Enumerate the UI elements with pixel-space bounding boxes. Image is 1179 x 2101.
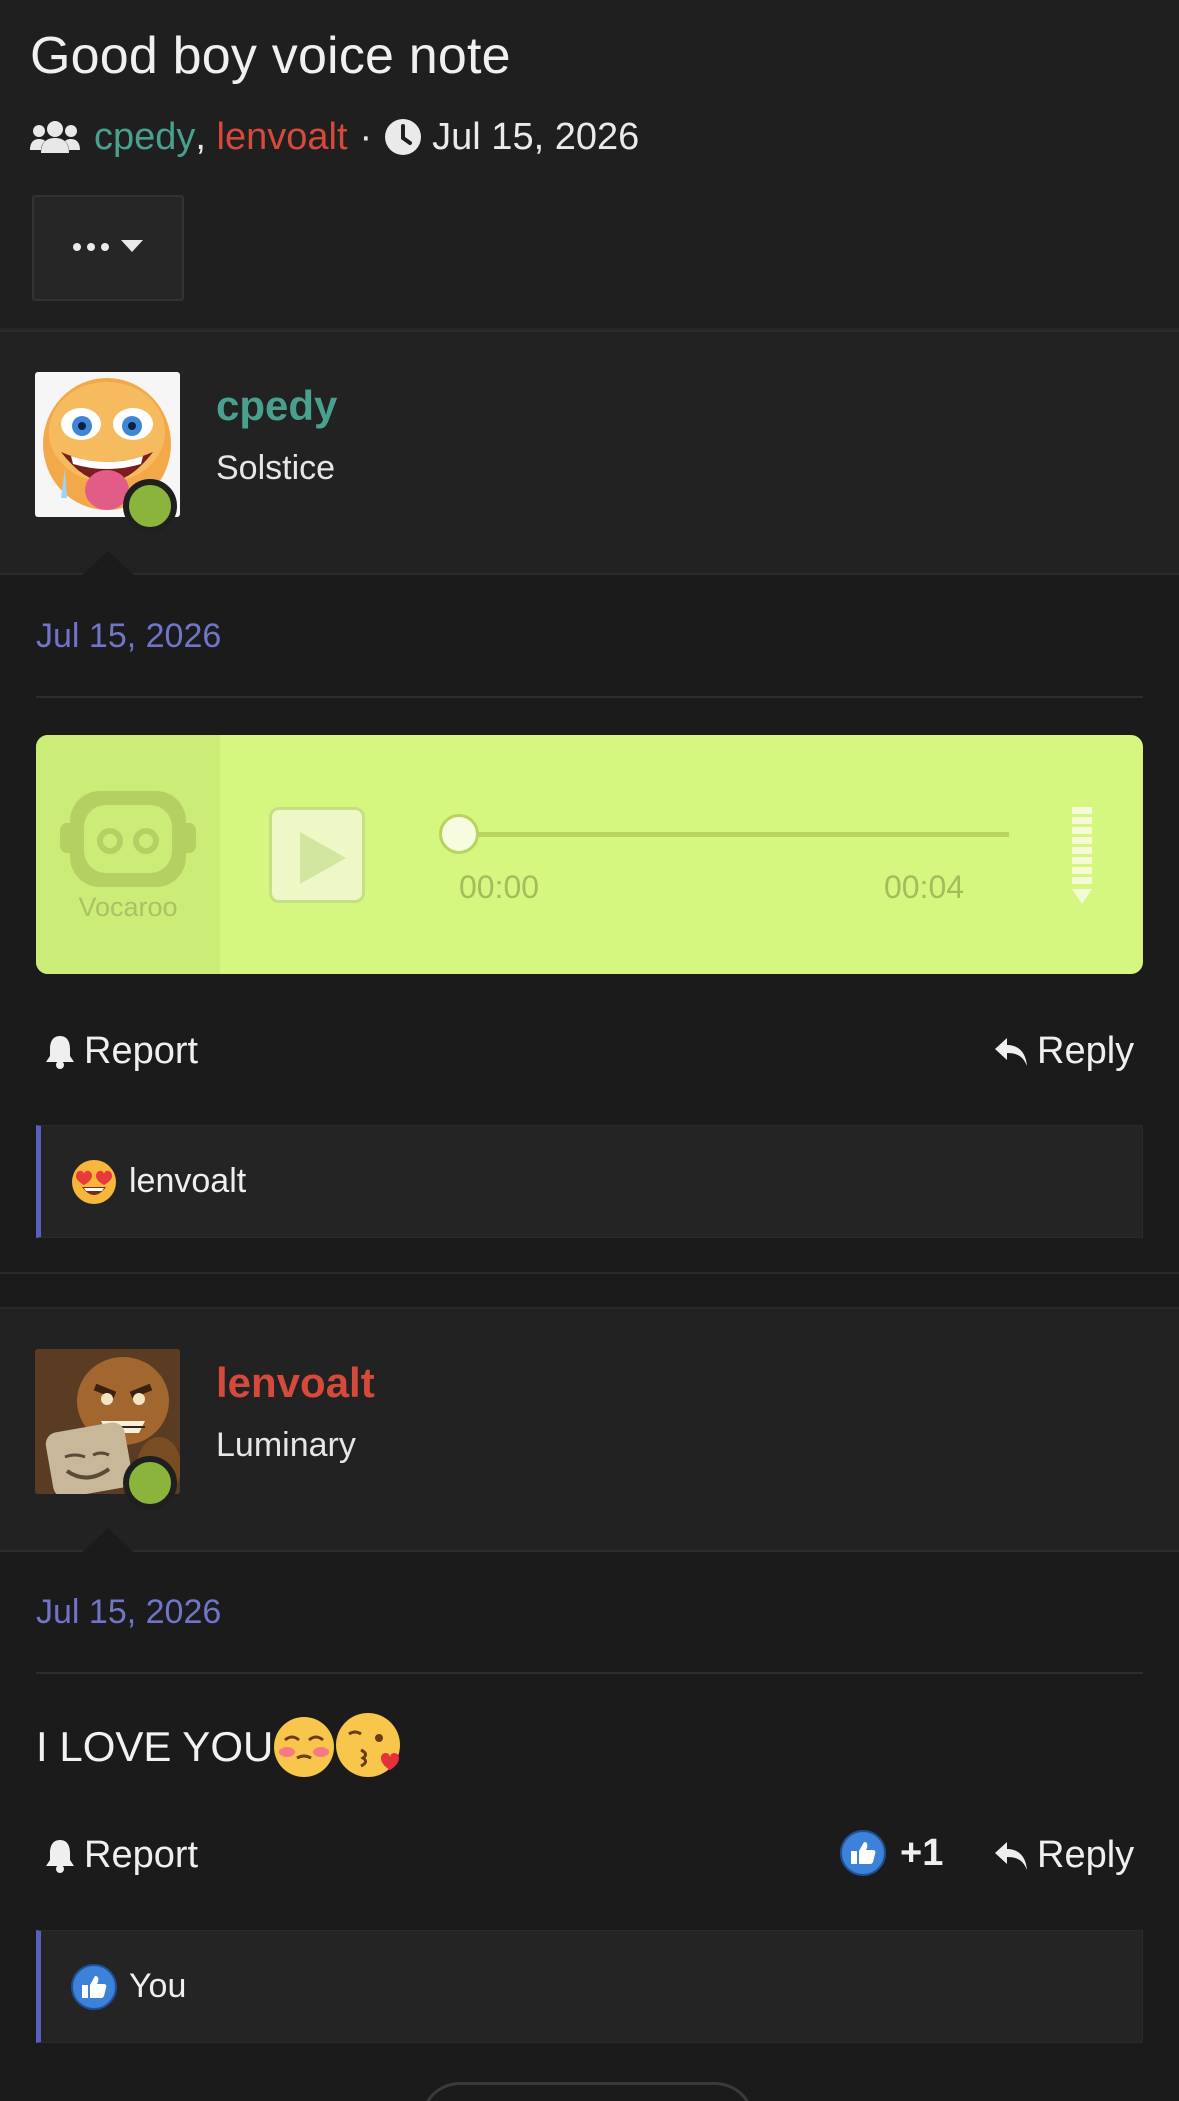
post-message: I LOVE YOU <box>36 1712 405 1782</box>
online-status-indicator <box>123 1456 177 1510</box>
reply-icon <box>993 1036 1029 1068</box>
report-label: Report <box>84 1030 199 1072</box>
reactions-bar[interactable]: lenvoalt <box>36 1125 1143 1238</box>
post-user-title: Solstice <box>216 449 336 487</box>
vocaroo-label: Vocaroo <box>78 892 178 922</box>
audio-current-time: 00:00 <box>459 869 540 905</box>
audio-progress-track[interactable] <box>459 832 1009 837</box>
caret-down-icon <box>120 239 144 258</box>
thumbs-up-icon <box>71 1963 117 2010</box>
reply-label: Reply <box>1037 1834 1135 1876</box>
like-count: +1 <box>900 1831 944 1874</box>
blushing-emoji <box>273 1716 335 1778</box>
meta-separator: · <box>359 115 373 158</box>
thread-title: Good boy voice note <box>30 27 511 85</box>
post-message-text: I LOVE YOU <box>36 1723 274 1770</box>
author-bar-notch <box>78 551 138 579</box>
post-separator <box>0 1272 1179 1310</box>
bell-icon <box>44 1838 76 1874</box>
participant-comma: , <box>195 115 217 158</box>
vocaroo-embed[interactable]: Vocaroo 00:00 00:04 <box>36 735 1143 974</box>
reaction-users[interactable]: lenvoalt <box>129 1162 246 1201</box>
participants-icon <box>30 120 80 154</box>
heart-eyes-emoji <box>71 1159 117 1205</box>
participant-link-cpedy[interactable]: cpedy <box>94 116 195 159</box>
post-date[interactable]: Jul 15, 2026 <box>36 1593 221 1632</box>
audio-total-time: 00:04 <box>884 869 965 905</box>
reply-button[interactable]: Reply <box>993 1030 1134 1073</box>
online-status-indicator <box>123 479 177 533</box>
post-username[interactable]: lenvoalt <box>216 1359 375 1407</box>
audio-scrubber-handle[interactable] <box>439 814 479 854</box>
reaction-users[interactable]: You <box>129 1967 186 2006</box>
post-date[interactable]: Jul 15, 2026 <box>36 617 221 656</box>
thread-header: Good boy voice note cpedy , lenvoalt · J… <box>0 0 1179 330</box>
vocaroo-logo-icon <box>60 787 196 896</box>
reply-label: Reply <box>1037 1030 1135 1072</box>
thread-meta: cpedy , lenvoalt · Jul 15, 2026 <box>30 115 639 159</box>
thumbs-up-icon <box>840 1830 886 1876</box>
thread-date: Jul 15, 2026 <box>432 115 640 158</box>
like-reaction-button[interactable]: +1 <box>840 1830 943 1876</box>
author-bar-notch <box>78 1528 138 1556</box>
clock-icon <box>384 118 422 156</box>
thread-options-button[interactable] <box>32 195 184 301</box>
report-label: Report <box>84 1834 199 1876</box>
post-username[interactable]: cpedy <box>216 382 337 430</box>
more-dots-icon <box>72 239 110 257</box>
post-divider <box>36 696 1143 698</box>
report-button[interactable]: Report <box>44 1030 198 1073</box>
reply-icon <box>993 1840 1029 1872</box>
vocaroo-branding[interactable]: Vocaroo <box>36 735 220 974</box>
kissing-heart-emoji <box>335 1712 405 1782</box>
post-author-bar: cpedy Solstice <box>0 330 1179 579</box>
post-author-bar: lenvoalt Luminary <box>0 1307 1179 1556</box>
scroll-handle[interactable] <box>420 2082 755 2101</box>
post-user-title: Luminary <box>216 1426 356 1464</box>
post-divider <box>36 1672 1143 1674</box>
volume-icon[interactable] <box>1071 807 1093 905</box>
report-button[interactable]: Report <box>44 1834 198 1877</box>
play-button[interactable] <box>269 807 365 903</box>
reactions-bar[interactable]: You <box>36 1930 1143 2043</box>
participant-link-lenvoalt[interactable]: lenvoalt <box>217 116 348 159</box>
play-icon <box>298 830 348 891</box>
reply-button[interactable]: Reply <box>993 1834 1134 1877</box>
bell-icon <box>44 1034 76 1070</box>
